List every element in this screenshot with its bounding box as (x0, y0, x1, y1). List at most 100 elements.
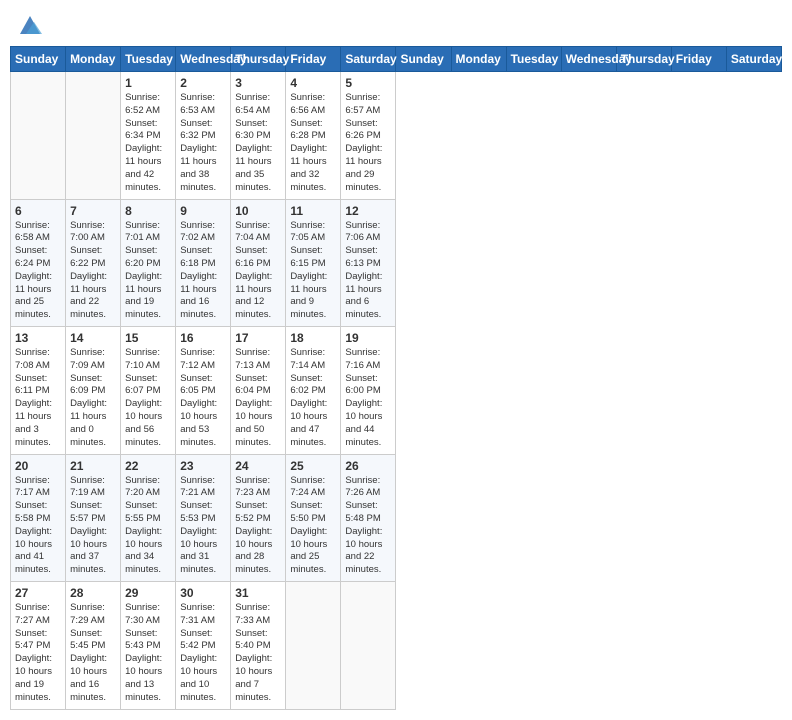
day-info: Sunrise: 7:20 AM Sunset: 5:55 PM Dayligh… (125, 475, 171, 578)
calendar-cell: 18Sunrise: 7:14 AM Sunset: 6:02 PM Dayli… (286, 327, 341, 455)
day-header-monday: Monday (451, 47, 506, 72)
calendar-cell: 13Sunrise: 7:08 AM Sunset: 6:11 PM Dayli… (11, 327, 66, 455)
day-number: 2 (180, 76, 226, 90)
day-number: 15 (125, 331, 171, 345)
day-info: Sunrise: 7:01 AM Sunset: 6:20 PM Dayligh… (125, 220, 171, 323)
day-header-friday: Friday (286, 47, 341, 72)
day-number: 30 (180, 586, 226, 600)
day-header-tuesday: Tuesday (121, 47, 176, 72)
calendar-cell (286, 582, 341, 710)
calendar-cell: 24 Sunrise: 7:23 AM Sunset: 5:52 PM Dayli… (231, 454, 286, 582)
day-number: 17 (235, 331, 281, 345)
calendar-cell: 17Sunrise: 7:13 AM Sunset: 6:04 PM Dayli… (231, 327, 286, 455)
calendar-cell: 12 Sunrise: 7:06 AM Sunset: 6:13 PM Dayli… (341, 199, 396, 327)
day-header-thursday: Thursday (616, 47, 671, 72)
calendar-table: SundayMondayTuesdayWednesdayThursdayFrid… (10, 46, 782, 710)
day-number: 4 (290, 76, 336, 90)
day-number: 23 (180, 459, 226, 473)
day-header-saturday: Saturday (341, 47, 396, 72)
day-number: 25 (290, 459, 336, 473)
day-number: 19 (345, 331, 391, 345)
day-info: Sunrise: 6:58 AM Sunset: 6:24 PM Dayligh… (15, 220, 61, 323)
day-header-tuesday: Tuesday (506, 47, 561, 72)
day-number: 5 (345, 76, 391, 90)
calendar-cell: 22 Sunrise: 7:20 AM Sunset: 5:55 PM Dayli… (121, 454, 176, 582)
day-header-friday: Friday (671, 47, 726, 72)
calendar-cell: 3 Sunrise: 6:54 AM Sunset: 6:30 PM Daylig… (231, 72, 286, 200)
calendar-cell: 27Sunrise: 7:27 AM Sunset: 5:47 PM Dayli… (11, 582, 66, 710)
day-number: 29 (125, 586, 171, 600)
day-info: Sunrise: 7:24 AM Sunset: 5:50 PM Dayligh… (290, 475, 336, 578)
day-info: Sunrise: 6:52 AM Sunset: 6:34 PM Dayligh… (125, 92, 171, 195)
calendar-cell: 19 Sunrise: 7:16 AM Sunset: 6:00 PM Dayli… (341, 327, 396, 455)
day-header-sunday: Sunday (11, 47, 66, 72)
day-number: 28 (70, 586, 116, 600)
day-info: Sunrise: 7:04 AM Sunset: 6:16 PM Dayligh… (235, 220, 281, 323)
day-info: Sunrise: 7:02 AM Sunset: 6:18 PM Dayligh… (180, 220, 226, 323)
day-number: 6 (15, 204, 61, 218)
day-info: Sunrise: 6:54 AM Sunset: 6:30 PM Dayligh… (235, 92, 281, 195)
calendar-week-row: 20 Sunrise: 7:17 AM Sunset: 5:58 PM Dayli… (11, 454, 782, 582)
calendar-cell: 23Sunrise: 7:21 AM Sunset: 5:53 PM Dayli… (176, 454, 231, 582)
day-info: Sunrise: 7:10 AM Sunset: 6:07 PM Dayligh… (125, 347, 171, 450)
calendar-cell: 30 Sunrise: 7:31 AM Sunset: 5:42 PM Dayli… (176, 582, 231, 710)
calendar-cell: 14 Sunrise: 7:09 AM Sunset: 6:09 PM Dayli… (66, 327, 121, 455)
day-info: Sunrise: 6:57 AM Sunset: 6:26 PM Dayligh… (345, 92, 391, 195)
day-number: 21 (70, 459, 116, 473)
day-number: 14 (70, 331, 116, 345)
day-info: Sunrise: 7:29 AM Sunset: 5:45 PM Dayligh… (70, 602, 116, 705)
day-number: 26 (345, 459, 391, 473)
day-info: Sunrise: 7:09 AM Sunset: 6:09 PM Dayligh… (70, 347, 116, 450)
day-number: 20 (15, 459, 61, 473)
day-number: 1 (125, 76, 171, 90)
day-info: Sunrise: 7:30 AM Sunset: 5:43 PM Dayligh… (125, 602, 171, 705)
day-number: 16 (180, 331, 226, 345)
calendar-cell: 7Sunrise: 7:00 AM Sunset: 6:22 PM Daylig… (66, 199, 121, 327)
day-header-monday: Monday (66, 47, 121, 72)
calendar-cell: 21Sunrise: 7:19 AM Sunset: 5:57 PM Dayli… (66, 454, 121, 582)
day-info: Sunrise: 7:33 AM Sunset: 5:40 PM Dayligh… (235, 602, 281, 705)
day-info: Sunrise: 7:14 AM Sunset: 6:02 PM Dayligh… (290, 347, 336, 450)
day-info: Sunrise: 7:06 AM Sunset: 6:13 PM Dayligh… (345, 220, 391, 323)
day-info: Sunrise: 7:27 AM Sunset: 5:47 PM Dayligh… (15, 602, 61, 705)
calendar-cell: 8 Sunrise: 7:01 AM Sunset: 6:20 PM Daylig… (121, 199, 176, 327)
day-info: Sunrise: 6:56 AM Sunset: 6:28 PM Dayligh… (290, 92, 336, 195)
calendar-cell: 31 Sunrise: 7:33 AM Sunset: 5:40 PM Dayli… (231, 582, 286, 710)
calendar-cell (11, 72, 66, 200)
calendar-cell: 10Sunrise: 7:04 AM Sunset: 6:16 PM Dayli… (231, 199, 286, 327)
day-header-wednesday: Wednesday (561, 47, 616, 72)
day-info: Sunrise: 7:31 AM Sunset: 5:42 PM Dayligh… (180, 602, 226, 705)
day-info: Sunrise: 7:12 AM Sunset: 6:05 PM Dayligh… (180, 347, 226, 450)
calendar-cell: 25 Sunrise: 7:24 AM Sunset: 5:50 PM Dayli… (286, 454, 341, 582)
day-info: Sunrise: 7:26 AM Sunset: 5:48 PM Dayligh… (345, 475, 391, 578)
day-number: 9 (180, 204, 226, 218)
calendar-cell: 16 Sunrise: 7:12 AM Sunset: 6:05 PM Dayli… (176, 327, 231, 455)
day-number: 12 (345, 204, 391, 218)
logo-icon (16, 10, 44, 38)
day-info: Sunrise: 7:16 AM Sunset: 6:00 PM Dayligh… (345, 347, 391, 450)
calendar-cell: 29 Sunrise: 7:30 AM Sunset: 5:43 PM Dayli… (121, 582, 176, 710)
day-number: 8 (125, 204, 171, 218)
calendar-cell: 9 Sunrise: 7:02 AM Sunset: 6:18 PM Daylig… (176, 199, 231, 327)
day-info: Sunrise: 7:23 AM Sunset: 5:52 PM Dayligh… (235, 475, 281, 578)
day-info: Sunrise: 6:53 AM Sunset: 6:32 PM Dayligh… (180, 92, 226, 195)
page-header (10, 10, 782, 38)
calendar-cell: 1 Sunrise: 6:52 AM Sunset: 6:34 PM Daylig… (121, 72, 176, 200)
day-number: 22 (125, 459, 171, 473)
day-number: 31 (235, 586, 281, 600)
calendar-cell: 15 Sunrise: 7:10 AM Sunset: 6:07 PM Dayli… (121, 327, 176, 455)
day-info: Sunrise: 7:00 AM Sunset: 6:22 PM Dayligh… (70, 220, 116, 323)
calendar-week-row: 6 Sunrise: 6:58 AM Sunset: 6:24 PM Daylig… (11, 199, 782, 327)
calendar-cell (66, 72, 121, 200)
day-number: 24 (235, 459, 281, 473)
day-number: 3 (235, 76, 281, 90)
day-header-thursday: Thursday (231, 47, 286, 72)
logo (14, 10, 44, 38)
day-info: Sunrise: 7:17 AM Sunset: 5:58 PM Dayligh… (15, 475, 61, 578)
day-info: Sunrise: 7:05 AM Sunset: 6:15 PM Dayligh… (290, 220, 336, 323)
calendar-cell: 28 Sunrise: 7:29 AM Sunset: 5:45 PM Dayli… (66, 582, 121, 710)
calendar-cell: 11Sunrise: 7:05 AM Sunset: 6:15 PM Dayli… (286, 199, 341, 327)
calendar-cell: 5 Sunrise: 6:57 AM Sunset: 6:26 PM Daylig… (341, 72, 396, 200)
calendar-cell: 4 Sunrise: 6:56 AM Sunset: 6:28 PM Daylig… (286, 72, 341, 200)
calendar-week-row: 13Sunrise: 7:08 AM Sunset: 6:11 PM Dayli… (11, 327, 782, 455)
